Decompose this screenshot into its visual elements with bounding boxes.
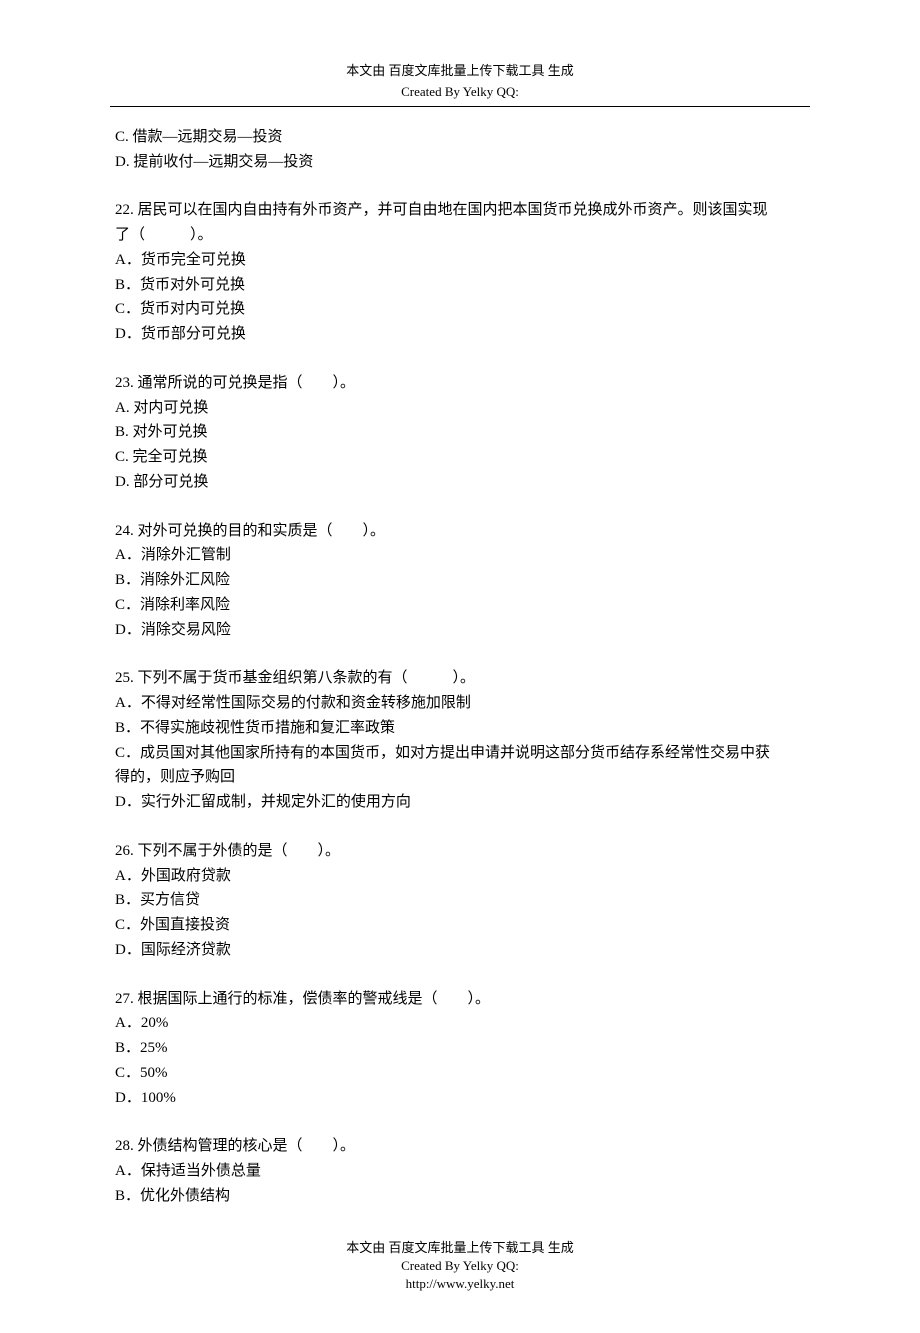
question-stem: 27. 根据国际上通行的标准，偿债率的警戒线是（ ）。 (115, 987, 805, 1012)
option-b: B．买方信贷 (115, 888, 805, 913)
header-line-2: Created By Yelky QQ: (110, 81, 810, 102)
option-a: A．保持适当外债总量 (115, 1159, 805, 1184)
option-b: B．不得实施歧视性货币措施和复汇率政策 (115, 716, 805, 741)
header-line-1: 本文由 百度文库批量上传下载工具 生成 (110, 60, 810, 81)
option-d: D．货币部分可兑换 (115, 322, 805, 347)
page-content: C. 借款—远期交易—投资 D. 提前收付—远期交易—投资 22. 居民可以在国… (110, 125, 810, 1209)
question-stem: 24. 对外可兑换的目的和实质是（ ）。 (115, 519, 805, 544)
option-d: D．100% (115, 1086, 805, 1111)
option-b: B．消除外汇风险 (115, 568, 805, 593)
question-26: 26. 下列不属于外债的是（ ）。 A．外国政府贷款 B．买方信贷 C．外国直接… (115, 839, 805, 963)
option-d: D. 部分可兑换 (115, 470, 805, 495)
question-24: 24. 对外可兑换的目的和实质是（ ）。 A．消除外汇管制 B．消除外汇风险 C… (115, 519, 805, 643)
option-a: A．外国政府贷款 (115, 864, 805, 889)
question-stem: 25. 下列不属于货币基金组织第八条款的有（ ）。 (115, 666, 805, 691)
option-c: C．50% (115, 1061, 805, 1086)
question-stem: 26. 下列不属于外债的是（ ）。 (115, 839, 805, 864)
footer-line-1: 本文由 百度文库批量上传下载工具 生成 (110, 1239, 810, 1257)
option-d: D. 提前收付—远期交易—投资 (115, 150, 805, 175)
option-d: D．消除交易风险 (115, 618, 805, 643)
question-22: 22. 居民可以在国内自由持有外币资产，并可自由地在国内把本国货币兑换成外币资产… (115, 198, 805, 347)
option-d: D．国际经济贷款 (115, 938, 805, 963)
option-a: A. 对内可兑换 (115, 396, 805, 421)
option-c: C. 借款—远期交易—投资 (115, 125, 805, 150)
option-a: A．消除外汇管制 (115, 543, 805, 568)
option-b: B．25% (115, 1036, 805, 1061)
page-header: 本文由 百度文库批量上传下载工具 生成 Created By Yelky QQ: (110, 60, 810, 103)
option-c: C．成员国对其他国家所持有的本国货币，如对方提出申请并说明这部分货币结存系经常性… (115, 741, 805, 766)
option-a: A．20% (115, 1011, 805, 1036)
option-c: C．外国直接投资 (115, 913, 805, 938)
question-28: 28. 外债结构管理的核心是（ ）。 A．保持适当外债总量 B．优化外债结构 (115, 1134, 805, 1208)
page-footer: 本文由 百度文库批量上传下载工具 生成 Created By Yelky QQ:… (110, 1239, 810, 1294)
question-stem-cont: 了（ ）。 (115, 223, 805, 248)
option-b: B．优化外债结构 (115, 1184, 805, 1209)
question-stem: 28. 外债结构管理的核心是（ ）。 (115, 1134, 805, 1159)
footer-line-2: Created By Yelky QQ: (110, 1257, 810, 1275)
question-stem: 22. 居民可以在国内自由持有外币资产，并可自由地在国内把本国货币兑换成外币资产… (115, 198, 805, 223)
question-27: 27. 根据国际上通行的标准，偿债率的警戒线是（ ）。 A．20% B．25% … (115, 987, 805, 1111)
document-page: 本文由 百度文库批量上传下载工具 生成 Created By Yelky QQ:… (0, 0, 920, 1333)
question-23: 23. 通常所说的可兑换是指（ ）。 A. 对内可兑换 B. 对外可兑换 C. … (115, 371, 805, 495)
option-c: C．消除利率风险 (115, 593, 805, 618)
option-a: A．不得对经常性国际交易的付款和资金转移施加限制 (115, 691, 805, 716)
option-b: B．货币对外可兑换 (115, 273, 805, 298)
question-stem: 23. 通常所说的可兑换是指（ ）。 (115, 371, 805, 396)
option-c: C．货币对内可兑换 (115, 297, 805, 322)
option-c-cont: 得的，则应予购回 (115, 765, 805, 790)
option-c: C. 完全可兑换 (115, 445, 805, 470)
question-25: 25. 下列不属于货币基金组织第八条款的有（ ）。 A．不得对经常性国际交易的付… (115, 666, 805, 815)
footer-link: http://www.yelky.net (110, 1275, 810, 1293)
header-rule (110, 106, 810, 107)
option-d: D．实行外汇留成制，并规定外汇的使用方向 (115, 790, 805, 815)
question-prev-tail: C. 借款—远期交易—投资 D. 提前收付—远期交易—投资 (115, 125, 805, 175)
option-b: B. 对外可兑换 (115, 420, 805, 445)
option-a: A．货币完全可兑换 (115, 248, 805, 273)
